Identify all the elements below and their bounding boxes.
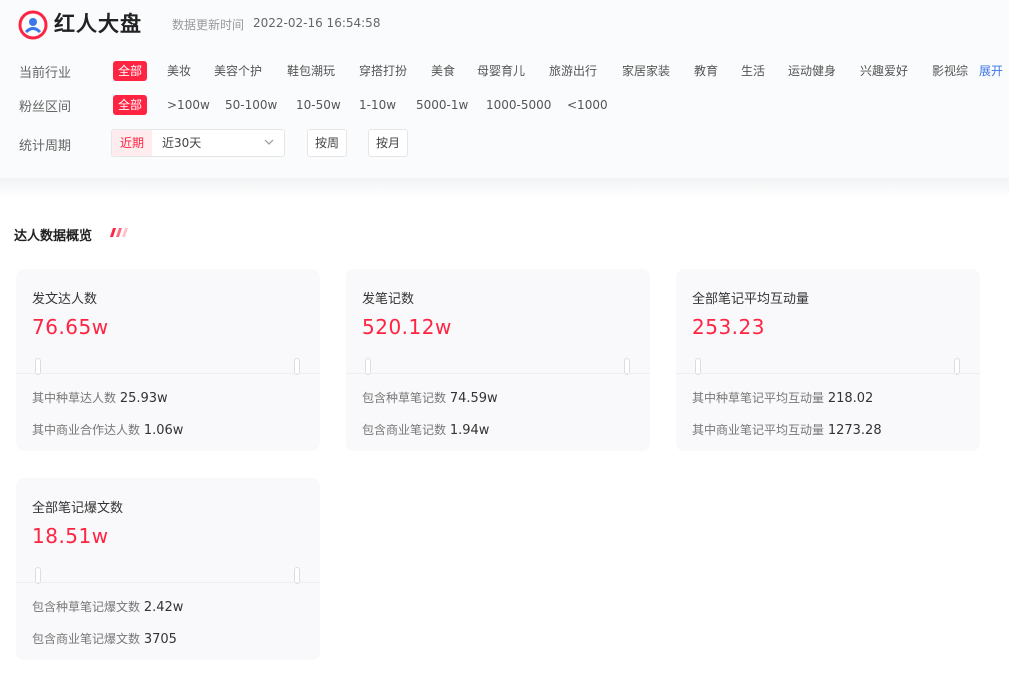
card-breakdown: 其中种草笔记平均互动量 218.02 其中商业笔记平均互动量 1273.28 [676, 373, 980, 452]
industry-option[interactable]: 穿搭打扮 [359, 61, 407, 81]
card-value: 76.65w [32, 315, 109, 339]
industry-filter-label: 当前行业 [19, 66, 72, 81]
period-selector[interactable]: 近期 近30天 [111, 129, 285, 157]
industry-option[interactable]: 母婴育儿 [477, 61, 525, 81]
industry-option[interactable]: 生活 [741, 61, 765, 81]
expand-link[interactable]: 展开 [979, 61, 1003, 81]
card-value: 520.12w [362, 315, 452, 339]
update-time-value: 2022-02-16 16:54:58 [253, 16, 381, 30]
industry-option[interactable]: 美容个护 [214, 61, 262, 81]
industry-option-all[interactable]: 全部 [113, 61, 148, 81]
section-title: 达人数据概览 [14, 229, 93, 244]
industry-option[interactable]: 旅游出行 [549, 61, 597, 81]
card-label: 发文达人数 [32, 292, 98, 307]
filter-header: 红人大盘 数据更新时间 2022-02-16 16:54:58 当前行业 全部 … [0, 0, 1009, 178]
industry-option[interactable]: 运动健身 [788, 61, 836, 81]
card-breakdown: 其中种草达人数 25.93w 其中商业合作达人数 1.06w [16, 373, 320, 452]
card-sub-line: 其中商业合作达人数 1.06w [32, 423, 184, 438]
fans-option[interactable]: >100w [167, 95, 210, 115]
stat-card-notes: 发笔记数 520.12w 包含种草笔记数 74.59w 包含商业笔记数 1.94… [346, 269, 650, 451]
card-sub-line: 包含商业笔记数 1.94w [362, 423, 490, 438]
card-sub-line: 其中种草达人数 25.93w [32, 391, 168, 406]
stat-card-authors: 发文达人数 76.65w 其中种草达人数 25.93w 其中商业合作达人数 1.… [16, 269, 320, 451]
stat-card-engagement: 全部笔记平均互动量 253.23 其中种草笔记平均互动量 218.02 其中商业… [676, 269, 980, 451]
fans-option-all[interactable]: 全部 [113, 95, 148, 115]
stat-card-viral: 全部笔记爆文数 18.51w 包含种草笔记爆文数 2.42w 包含商业笔记爆文数… [16, 478, 320, 660]
industry-option[interactable]: 鞋包潮玩 [287, 61, 335, 81]
industry-option[interactable]: 兴趣爱好 [860, 61, 908, 81]
app-logo-icon [18, 10, 48, 40]
card-value: 253.23 [692, 315, 765, 339]
card-label: 全部笔记平均互动量 [692, 292, 810, 307]
fans-option[interactable]: 50-100w [225, 95, 277, 115]
app-title: 红人大盘 [54, 12, 142, 36]
fans-option[interactable]: 1-10w [359, 95, 396, 115]
fans-option[interactable]: 1000-5000 [486, 95, 551, 115]
card-value: 18.51w [32, 524, 109, 548]
industry-option[interactable]: 美食 [431, 61, 455, 81]
period-weekly-button[interactable]: 按周 [307, 129, 347, 157]
industry-option[interactable]: 影视综 [932, 61, 968, 81]
title-stripes-icon [110, 228, 128, 237]
industry-option[interactable]: 教育 [694, 61, 718, 81]
fans-option[interactable]: <1000 [567, 95, 608, 115]
period-filter-label: 统计周期 [19, 139, 72, 154]
card-sub-line: 包含种草笔记数 74.59w [362, 391, 498, 406]
fans-option[interactable]: 10-50w [296, 95, 341, 115]
card-sub-line: 其中商业笔记平均互动量 1273.28 [692, 423, 882, 438]
card-breakdown: 包含种草笔记爆文数 2.42w 包含商业笔记爆文数 3705 [16, 582, 320, 661]
fans-filter-label: 粉丝区间 [19, 100, 72, 115]
card-breakdown: 包含种草笔记数 74.59w 包含商业笔记数 1.94w [346, 373, 650, 452]
update-time-label: 数据更新时间 [172, 18, 245, 32]
card-label: 发笔记数 [362, 292, 415, 307]
industry-option[interactable]: 家居家装 [622, 61, 670, 81]
card-label: 全部笔记爆文数 [32, 501, 124, 516]
card-sub-line: 包含种草笔记爆文数 2.42w [32, 600, 184, 615]
card-sub-line: 其中种草笔记平均互动量 218.02 [692, 391, 874, 406]
period-monthly-button[interactable]: 按月 [368, 129, 408, 157]
period-recent-tag[interactable]: 近期 [112, 130, 152, 156]
card-sub-line: 包含商业笔记爆文数 3705 [32, 632, 177, 647]
industry-option[interactable]: 美妆 [167, 61, 191, 81]
section-divider [0, 178, 1009, 198]
fans-option[interactable]: 5000-1w [416, 95, 468, 115]
chevron-down-icon[interactable] [264, 139, 274, 145]
period-select-value[interactable]: 近30天 [162, 130, 201, 156]
